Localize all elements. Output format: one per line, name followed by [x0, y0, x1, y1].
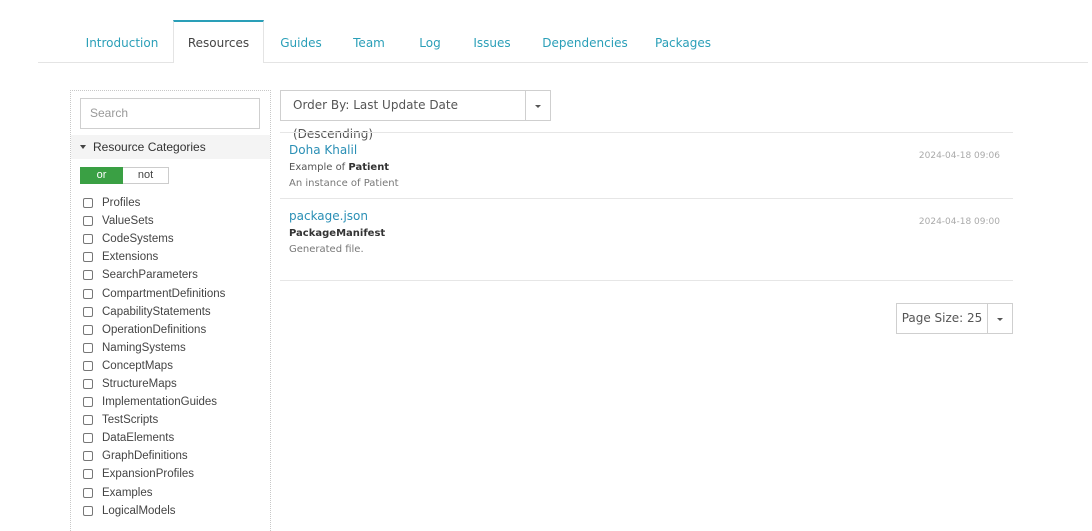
category-checkbox[interactable]: [83, 234, 93, 245]
result-date: 2024-04-18 09:06: [918, 151, 1000, 161]
category-checkbox[interactable]: [83, 360, 93, 371]
filter-sidebar: Search Resource Categories or not Profil…: [70, 90, 271, 531]
category-checkbox[interactable]: [83, 342, 93, 353]
category-label: Examples: [102, 486, 153, 499]
category-checkbox[interactable]: [83, 415, 93, 426]
result-date: 2024-04-18 09:00: [918, 217, 1000, 227]
category-label: GraphDefinitions: [102, 450, 188, 463]
category-item[interactable]: NamingSystems: [83, 339, 225, 357]
category-checkbox[interactable]: [83, 433, 93, 444]
category-checkbox[interactable]: [83, 288, 93, 299]
category-item[interactable]: Extensions: [83, 248, 225, 266]
tab-issues[interactable]: Issues: [466, 22, 518, 63]
tab-guides[interactable]: Guides: [272, 22, 330, 63]
category-checkbox[interactable]: [83, 451, 93, 462]
list-item: Doha Khalil Example of Patient An instan…: [280, 132, 1013, 198]
toggle-not-button[interactable]: not: [123, 167, 169, 184]
or-not-toggle: or not: [80, 167, 169, 184]
result-title-link[interactable]: Doha Khalil: [289, 143, 357, 157]
category-item[interactable]: Examples: [83, 484, 225, 502]
resource-categories-header[interactable]: Resource Categories: [71, 135, 270, 159]
category-item[interactable]: CompartmentDefinitions: [83, 284, 225, 302]
result-description: An instance of Patient: [289, 178, 399, 189]
results-list: Doha Khalil Example of Patient An instan…: [280, 132, 1013, 281]
result-subtitle: Example of Patient: [289, 162, 390, 173]
category-item[interactable]: SearchParameters: [83, 266, 225, 284]
category-label: CompartmentDefinitions: [102, 287, 226, 300]
tab-log[interactable]: Log: [412, 22, 448, 63]
list-item: package.json PackageManifest Generated f…: [280, 198, 1013, 281]
category-label: CapabilityStatements: [102, 305, 211, 318]
category-label: LogicalModels: [102, 504, 176, 517]
category-label: ConceptMaps: [102, 359, 173, 372]
caret-down-icon: [997, 317, 1003, 321]
tab-packages[interactable]: Packages: [650, 22, 716, 63]
category-item[interactable]: StructureMaps: [83, 375, 225, 393]
result-title-link[interactable]: package.json: [289, 209, 368, 223]
category-label: ExpansionProfiles: [102, 468, 195, 481]
category-item[interactable]: CodeSystems: [83, 230, 225, 248]
category-label: ValueSets: [102, 215, 154, 228]
category-label: NamingSystems: [102, 341, 186, 354]
category-checkbox[interactable]: [83, 198, 93, 209]
category-label: Extensions: [102, 251, 159, 264]
page-size-label[interactable]: Page Size: 25: [896, 303, 988, 334]
category-label: DataElements: [102, 432, 175, 445]
category-label: ImplementationGuides: [102, 396, 218, 409]
category-checkbox[interactable]: [83, 487, 93, 498]
result-type: Patient: [348, 162, 390, 173]
category-checkbox[interactable]: [83, 216, 93, 227]
category-item[interactable]: ImplementationGuides: [83, 393, 225, 411]
category-label: Profiles: [102, 197, 141, 210]
search-input[interactable]: Search: [80, 98, 260, 129]
category-checkbox[interactable]: [83, 378, 93, 389]
category-checkbox[interactable]: [83, 270, 93, 281]
category-checkbox[interactable]: [83, 306, 93, 317]
category-item[interactable]: GraphDefinitions: [83, 447, 225, 465]
page-size-dropdown[interactable]: Page Size: 25: [896, 303, 1013, 334]
category-item[interactable]: ValueSets: [83, 212, 225, 230]
tab-bar: Introduction Resources Guides Team Log I…: [0, 0, 1092, 64]
tab-dependencies[interactable]: Dependencies: [536, 22, 634, 63]
category-label: StructureMaps: [102, 377, 177, 390]
category-checkbox[interactable]: [83, 469, 93, 480]
category-item[interactable]: LogicalModels: [83, 502, 225, 520]
category-item[interactable]: Profiles: [83, 194, 225, 212]
category-item[interactable]: OperationDefinitions: [83, 321, 225, 339]
category-item[interactable]: CapabilityStatements: [83, 303, 225, 321]
category-checkbox[interactable]: [83, 252, 93, 263]
resource-categories-label: Resource Categories: [93, 140, 206, 154]
order-by-label[interactable]: Order By: Last Update Date (Descending): [280, 90, 526, 141]
category-item[interactable]: DataElements: [83, 429, 225, 447]
category-item[interactable]: ConceptMaps: [83, 357, 225, 375]
order-by-dropdown[interactable]: Order By: Last Update Date (Descending): [280, 90, 552, 141]
tab-resources[interactable]: Resources: [173, 20, 264, 63]
tab-introduction[interactable]: Introduction: [76, 22, 168, 63]
order-by-caret[interactable]: [526, 90, 551, 121]
category-label: TestScripts: [102, 414, 159, 427]
result-description: Generated file.: [289, 244, 364, 255]
result-subtitle: PackageManifest: [289, 228, 385, 239]
caret-down-icon: [535, 104, 541, 108]
category-item[interactable]: ExpansionProfiles: [83, 465, 225, 483]
category-checkbox[interactable]: [83, 397, 93, 408]
category-checkbox[interactable]: [83, 505, 93, 516]
result-type: PackageManifest: [289, 228, 386, 239]
caret-down-icon: [80, 144, 86, 149]
page-size-caret[interactable]: [988, 303, 1013, 334]
category-list: Profiles ValueSets CodeSystems Extensions Se…: [83, 194, 225, 520]
toggle-or-button[interactable]: or: [80, 167, 123, 184]
category-label: OperationDefinitions: [102, 323, 207, 336]
tab-team[interactable]: Team: [346, 22, 392, 63]
category-label: SearchParameters: [102, 269, 198, 282]
category-label: CodeSystems: [102, 233, 174, 246]
category-checkbox[interactable]: [83, 324, 93, 335]
category-item[interactable]: TestScripts: [83, 411, 225, 429]
